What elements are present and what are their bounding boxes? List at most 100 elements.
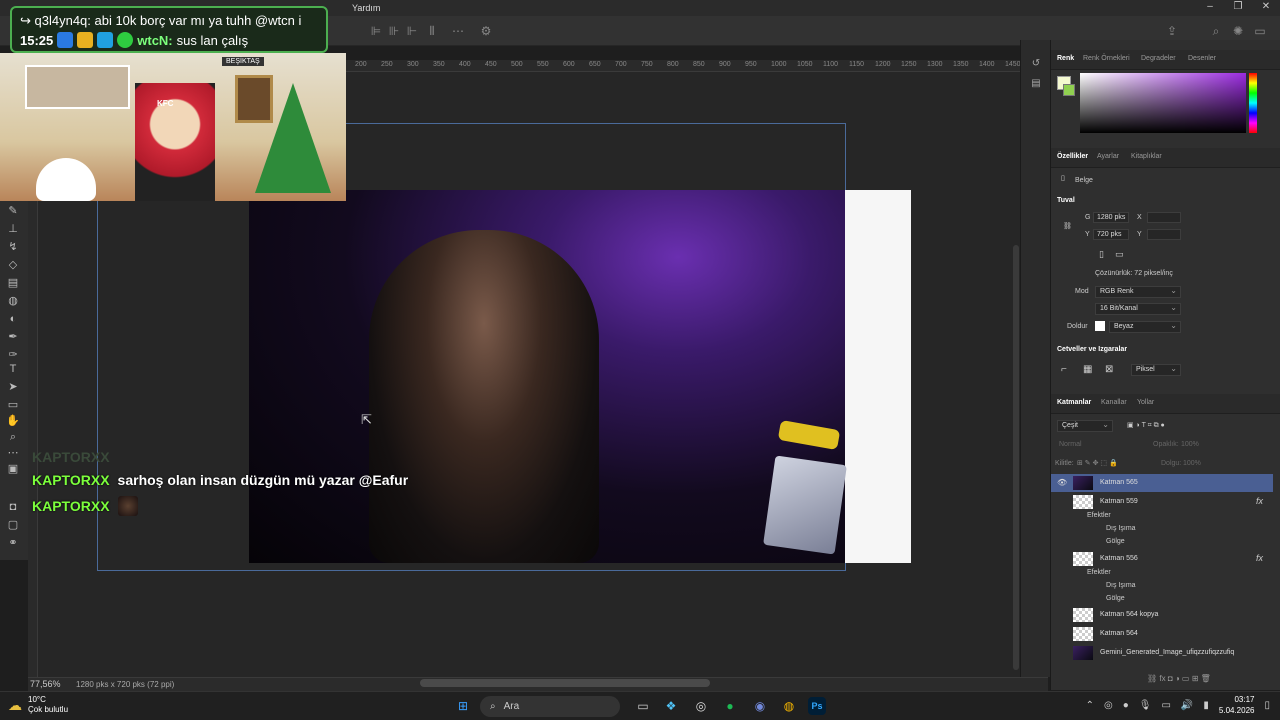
fill-select[interactable]: Beyaz bbox=[1109, 321, 1181, 333]
more-tools-icon[interactable]: ⋯ bbox=[6, 446, 20, 460]
y-field[interactable] bbox=[1147, 229, 1181, 240]
tab-libraries[interactable]: Kitaplıklar bbox=[1131, 153, 1162, 160]
screen-mode-icon[interactable]: ▢ bbox=[6, 518, 20, 532]
comments-icon[interactable]: ▤ bbox=[1030, 78, 1042, 90]
minimize-icon[interactable]: – bbox=[1196, 0, 1224, 16]
tab-layers[interactable]: Katmanlar bbox=[1057, 399, 1091, 406]
layer-row[interactable]: Katman 559 fx bbox=[1051, 493, 1273, 511]
extra-tool-icon[interactable]: ⚭ bbox=[6, 536, 20, 550]
photoshop-icon[interactable]: Ps bbox=[808, 697, 826, 715]
layer-row[interactable]: 👁 Katman 565 bbox=[1051, 474, 1273, 492]
bit-depth-select[interactable]: 16 Bit/Kanal bbox=[1095, 303, 1181, 315]
background-color-swatch[interactable] bbox=[1063, 84, 1075, 96]
pen-tool-icon[interactable]: ✒ bbox=[6, 330, 20, 344]
color-mode-select[interactable]: RGB Renk bbox=[1095, 286, 1181, 298]
align-left-icon[interactable]: ⊫ bbox=[368, 23, 384, 39]
network-icon[interactable]: ▭ bbox=[1161, 700, 1170, 711]
history-icon[interactable]: ↺ bbox=[1030, 58, 1042, 70]
fill-color-swatch[interactable] bbox=[1095, 321, 1105, 331]
grid-icon[interactable]: ▦ bbox=[1083, 364, 1092, 375]
workspace-icon[interactable]: ▭ bbox=[1252, 23, 1268, 39]
tab-properties[interactable]: Özellikler bbox=[1057, 153, 1088, 160]
color-picker-field[interactable] bbox=[1080, 73, 1246, 133]
fx-icon[interactable]: fx bbox=[1256, 496, 1263, 506]
tab-gradients[interactable]: Degradeler bbox=[1141, 55, 1176, 62]
blur-tool-icon[interactable]: ◍ bbox=[6, 294, 20, 308]
hue-slider[interactable] bbox=[1249, 73, 1257, 133]
chevron-up-icon[interactable]: ⌃ bbox=[1086, 700, 1094, 711]
layer-row[interactable]: Gemini_Generated_Image_ufiqzzufiqzzufiq bbox=[1051, 644, 1273, 662]
effects-label[interactable]: Efektler bbox=[1087, 569, 1111, 576]
layer-row[interactable]: Katman 556 fx bbox=[1051, 550, 1273, 568]
landscape-orientation-icon[interactable]: ▭ bbox=[1115, 249, 1124, 260]
hand-tool-icon[interactable]: ✋ bbox=[6, 414, 20, 428]
tab-channels[interactable]: Kanallar bbox=[1101, 399, 1127, 406]
horizontal-scrollbar[interactable] bbox=[420, 679, 710, 687]
quick-mask-icon[interactable]: ◘ bbox=[6, 500, 20, 514]
effect-shadow[interactable]: Gölge bbox=[1106, 538, 1125, 545]
fx-icon[interactable]: fx bbox=[1256, 553, 1263, 563]
steam-icon[interactable]: ◎ bbox=[1104, 700, 1113, 711]
lock-icons[interactable]: ⊞ ✎ ✥ ⬚ 🔒 bbox=[1077, 459, 1118, 467]
shape-tool-icon[interactable]: ▭ bbox=[6, 398, 20, 412]
close-icon[interactable]: ✕ bbox=[1252, 0, 1280, 16]
distribute-icon[interactable]: ⫴ bbox=[424, 23, 440, 39]
effect-shadow[interactable]: Gölge bbox=[1106, 595, 1125, 602]
task-view-icon[interactable]: ▭ bbox=[634, 697, 652, 715]
stamp-tool-icon[interactable]: ⊥ bbox=[6, 222, 20, 236]
battery-icon[interactable]: ▮ bbox=[1203, 700, 1209, 711]
layer-filter-select[interactable]: Çeşit bbox=[1057, 420, 1113, 432]
blend-mode-select[interactable]: Normal bbox=[1059, 441, 1082, 448]
align-center-icon[interactable]: ⊪ bbox=[386, 23, 402, 39]
guides-icon[interactable]: ⊠ bbox=[1105, 364, 1113, 375]
tab-adjustments[interactable]: Ayarlar bbox=[1097, 153, 1119, 160]
path-select-icon[interactable]: ➤ bbox=[6, 380, 20, 394]
fill-opacity-value[interactable]: 100% bbox=[1183, 460, 1201, 467]
search-icon[interactable]: ⌕ bbox=[1208, 23, 1224, 39]
obs-icon[interactable]: ◎ bbox=[692, 697, 710, 715]
weather-widget[interactable]: ☁ 10°C Çok bulutlu bbox=[8, 695, 68, 715]
filter-icons[interactable]: ▣ ◑ T ⌗ ⧉ ● bbox=[1127, 421, 1165, 430]
rulers-grids-title[interactable]: Cetveller ve Izgaralar bbox=[1057, 346, 1127, 353]
gear-icon[interactable]: ⚙ bbox=[478, 23, 494, 39]
history-brush-icon[interactable]: ↯ bbox=[6, 240, 20, 254]
effects-label[interactable]: Efektler bbox=[1087, 512, 1111, 519]
ruler-icon[interactable]: ⌐ bbox=[1061, 364, 1067, 375]
clock[interactable]: 03:17 5.04.2026 bbox=[1219, 694, 1255, 716]
effect-outer-glow[interactable]: Dış Işıma bbox=[1106, 582, 1136, 589]
height-field[interactable]: 720 pks bbox=[1093, 229, 1129, 240]
color-swatches-icon[interactable]: ▣ bbox=[3, 462, 23, 476]
app-icon[interactable]: ❖ bbox=[662, 697, 680, 715]
start-icon[interactable]: ⊞ bbox=[454, 697, 472, 715]
width-field[interactable]: 1280 pks bbox=[1093, 212, 1129, 223]
tab-patterns[interactable]: Desenler bbox=[1188, 55, 1216, 62]
zoom-level[interactable]: 77,56% bbox=[30, 679, 61, 689]
share-icon[interactable]: ⇪ bbox=[1164, 23, 1180, 39]
link-icon[interactable]: ⛓ bbox=[1063, 222, 1072, 230]
align-right-icon[interactable]: ⊩ bbox=[404, 23, 420, 39]
gradient-tool-icon[interactable]: ▤ bbox=[6, 276, 20, 290]
eraser-tool-icon[interactable]: ◇ bbox=[6, 258, 20, 272]
dodge-tool-icon[interactable]: ◐ bbox=[6, 312, 20, 326]
layers-footer-icons[interactable]: ⛓ fx ◘ ◑ ▭ ⊞ 🗑 bbox=[1147, 674, 1211, 683]
notification-icon[interactable]: ▯ bbox=[1264, 700, 1270, 711]
taskbar-search[interactable]: ⌕ Ara bbox=[480, 696, 620, 717]
layer-row[interactable]: Katman 564 kopya bbox=[1051, 606, 1273, 624]
units-select[interactable]: Piksel bbox=[1131, 364, 1181, 376]
tab-swatches[interactable]: Renk Örnekleri bbox=[1083, 55, 1130, 62]
app-tray-icon[interactable]: ● bbox=[1123, 700, 1129, 711]
more-options-icon[interactable]: ⋯ bbox=[450, 23, 466, 39]
mic-icon[interactable]: 🎙 bbox=[1139, 700, 1152, 711]
chrome-icon[interactable]: ◍ bbox=[780, 697, 798, 715]
vertical-scrollbar[interactable] bbox=[1013, 245, 1019, 670]
zoom-tool-icon[interactable]: ⌕ bbox=[6, 430, 20, 444]
eye-icon[interactable]: 👁 bbox=[1057, 478, 1067, 487]
pen-path-icon[interactable]: ✑ bbox=[6, 348, 20, 362]
effect-outer-glow[interactable]: Dış Işıma bbox=[1106, 525, 1136, 532]
brush-tool-icon[interactable]: ✎ bbox=[6, 204, 20, 218]
spotify-icon[interactable]: ● bbox=[721, 697, 739, 715]
canvas-section-title[interactable]: Tuval bbox=[1057, 197, 1075, 204]
type-tool-icon[interactable]: T bbox=[6, 362, 20, 376]
opacity-value[interactable]: 100% bbox=[1181, 441, 1199, 448]
tab-paths[interactable]: Yollar bbox=[1137, 399, 1154, 406]
